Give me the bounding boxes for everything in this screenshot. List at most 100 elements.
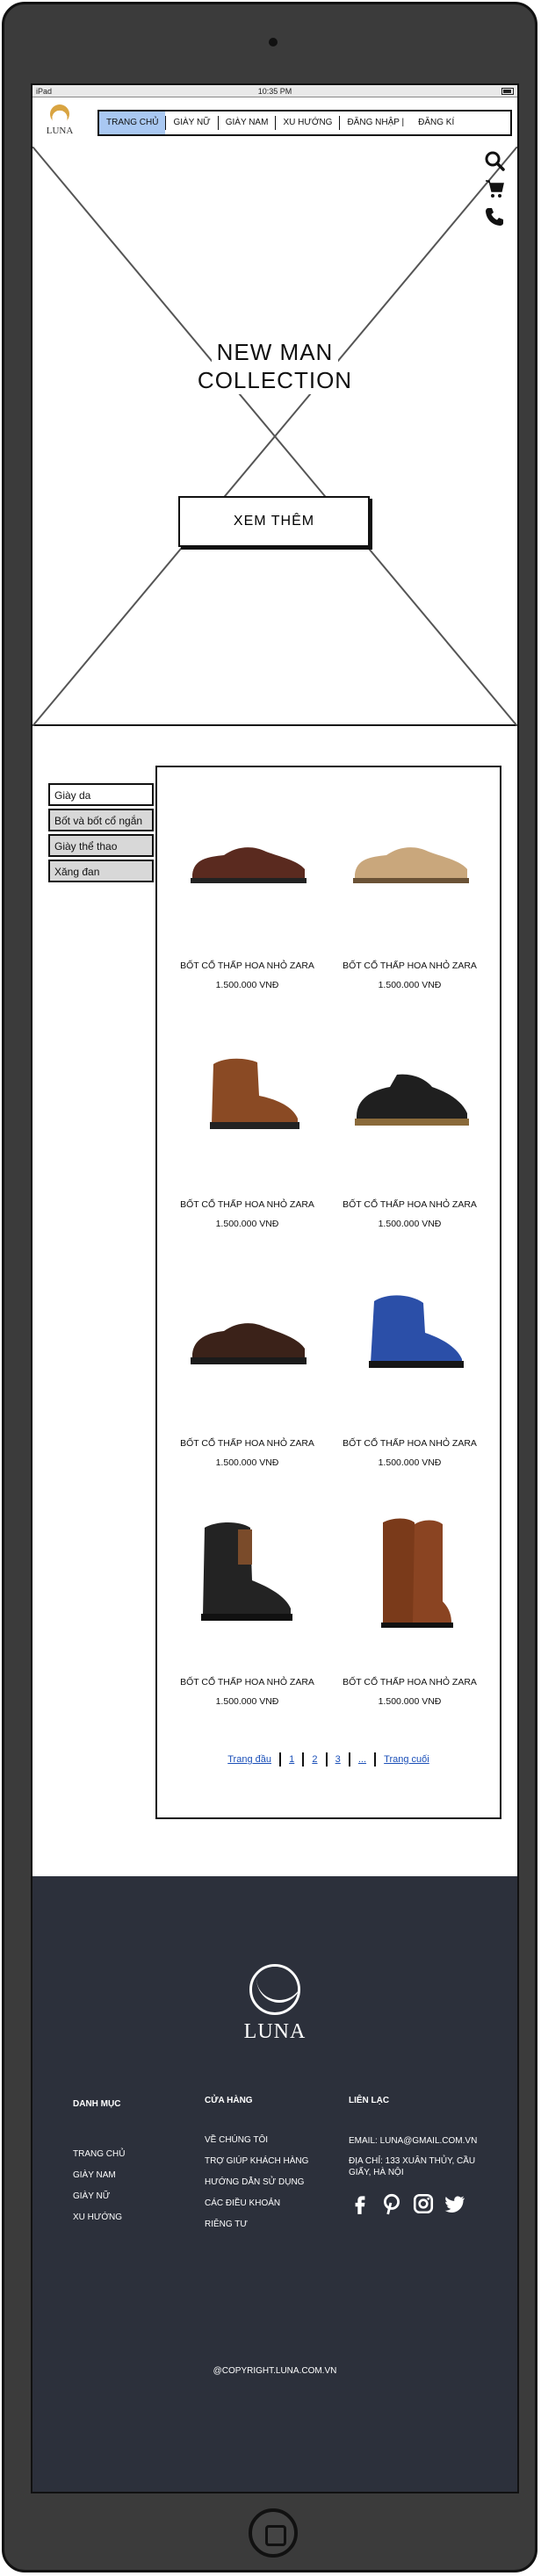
twitter-icon[interactable]: [444, 2192, 466, 2215]
category-boots[interactable]: Bốt và bốt cổ ngắn: [48, 809, 154, 831]
nav-register[interactable]: ĐĂNG KÍ: [411, 112, 461, 134]
pagination-page-2[interactable]: 2: [312, 1754, 317, 1765]
header-actions: [484, 150, 505, 234]
footer-store: CỬA HÀNG VỀ CHÚNG TÔI TRỢ GIÚP KHÁCH HÀN…: [205, 2096, 308, 2241]
shoe-sole: [368, 1361, 464, 1368]
product-card[interactable]: BỐT CỔ THẤP HOA NHỎ ZARA 1.500.000 VNĐ: [166, 1033, 328, 1271]
shoe-strap: [237, 1529, 252, 1565]
product-price: 1.500.000 VNĐ: [378, 1219, 442, 1229]
pagination-divider: [348, 1752, 350, 1767]
product-name: BỐT CỔ THẤP HOA NHỎ ZARA: [343, 1677, 477, 1687]
shoe-sole: [354, 1119, 469, 1126]
product-image: [352, 847, 469, 883]
product-image: [368, 1295, 464, 1368]
footer-link-terms[interactable]: CÁC ĐIỀU KHOẢN: [205, 2198, 308, 2208]
search-icon[interactable]: [484, 150, 505, 171]
site-logo[interactable]: LUNA: [45, 104, 75, 140]
shoe-sole: [190, 878, 307, 883]
footer-store-title: CỬA HÀNG: [205, 2096, 253, 2105]
copyright: @COPYRIGHT.LUNA.COM.VN: [213, 2366, 337, 2376]
cart-icon[interactable]: [484, 178, 505, 199]
nav-women-shoes[interactable]: GIÀY NỮ: [166, 112, 217, 134]
pagination-first[interactable]: Trang đầu: [227, 1754, 271, 1765]
footer-link-home[interactable]: TRANG CHỦ: [73, 2149, 125, 2159]
product-card[interactable]: BỐT CỔ THẤP HOA NHỎ ZARA 1.500.000 VNĐ: [328, 1033, 491, 1271]
product-card[interactable]: BỐT CỔ THẤP HOA NHỎ ZARA 1.500.000 VNĐ: [328, 1271, 491, 1510]
footer-link-women[interactable]: GIÀY NỮ: [73, 2191, 125, 2201]
product-card[interactable]: BỐT CỔ THẤP HOA NHỎ ZARA 1.500.000 VNĐ: [166, 1271, 328, 1510]
footer-link-support[interactable]: TRỢ GIÚP KHÁCH HÀNG: [205, 2156, 308, 2166]
shoe-sole: [190, 1357, 307, 1364]
moon-logo-icon: [50, 104, 69, 124]
product-card[interactable]: BỐT CỔ THẤP HOA NHỎ ZARA 1.500.000 VNĐ: [166, 1510, 328, 1749]
product-image: [190, 1323, 307, 1364]
product-price: 1.500.000 VNĐ: [215, 1696, 279, 1707]
product-price: 1.500.000 VNĐ: [215, 980, 279, 990]
product-grid: BỐT CỔ THẤP HOA NHỎ ZARA 1.500.000 VNĐ B…: [166, 794, 491, 1749]
shoe-shape: [370, 1295, 462, 1363]
tablet-frame: iPad 10:35 PM LUNA TRANG CHỦ GIÀY NỮ GIÀ…: [2, 2, 537, 2572]
product-price: 1.500.000 VNĐ: [378, 1457, 442, 1468]
screen: iPad 10:35 PM LUNA TRANG CHỦ GIÀY NỮ GIÀ…: [31, 83, 519, 2493]
nav-men-shoes[interactable]: GIÀY NAM: [219, 112, 276, 134]
pinterest-icon[interactable]: [380, 2192, 403, 2215]
product-price: 1.500.000 VNĐ: [215, 1219, 279, 1229]
pagination-divider: [302, 1752, 305, 1767]
pagination-divider: [279, 1752, 282, 1767]
product-image: [190, 847, 307, 883]
nav-trends[interactable]: XU HƯỚNG: [276, 112, 339, 134]
footer-categories: DANH MỤC TRANG CHỦ GIÀY NAM GIÀY NỮ XU H…: [73, 2099, 125, 2234]
shoe-shape: [354, 847, 467, 880]
site-footer: LUNA DANH MỤC TRANG CHỦ GIÀY NAM GIÀY NỮ…: [32, 1876, 517, 2492]
product-name: BỐT CỔ THẤP HOA NHỎ ZARA: [180, 1677, 314, 1687]
pagination: Trang đầu 1 2 3 ... Trang cuối: [157, 1752, 500, 1767]
category-sneakers[interactable]: Giày thể thao: [48, 834, 154, 857]
see-more-button[interactable]: XEM THÊM: [178, 496, 370, 547]
facebook-icon[interactable]: [349, 2192, 371, 2215]
pagination-page-1[interactable]: 1: [289, 1754, 294, 1765]
product-image: [380, 1518, 453, 1628]
product-card[interactable]: BỐT CỔ THẤP HOA NHỎ ZARA 1.500.000 VNĐ: [328, 1510, 491, 1749]
product-card[interactable]: BỐT CỔ THẤP HOA NHỎ ZARA 1.500.000 VNĐ: [166, 794, 328, 1033]
product-card[interactable]: BỐT CỔ THẤP HOA NHỎ ZARA 1.500.000 VNĐ: [328, 794, 491, 1033]
pagination-ellipsis[interactable]: ...: [358, 1754, 366, 1765]
pagination-page-3[interactable]: 3: [335, 1754, 341, 1765]
category-leather-shoes[interactable]: Giày da: [48, 783, 154, 806]
shoe-sole: [352, 878, 469, 883]
product-name: BỐT CỔ THẤP HOA NHỎ ZARA: [180, 961, 314, 971]
footer-logo[interactable]: LUNA: [32, 1964, 517, 2044]
shoe-sole: [209, 1122, 299, 1129]
status-bar: iPad 10:35 PM: [32, 85, 517, 97]
footer-brand: LUNA: [243, 2020, 307, 2043]
hero-title: NEW MAN COLLECTION: [32, 338, 517, 394]
footer-link-privacy[interactable]: RIÊNG TƯ: [205, 2220, 308, 2229]
product-name: BỐT CỔ THẤP HOA NHỎ ZARA: [343, 961, 477, 971]
footer-link-guide[interactable]: HƯỚNG DẪN SỬ DỤNG: [205, 2177, 308, 2187]
shoe-shape: [191, 847, 305, 880]
nav-login-label: ĐĂNG NHẬP: [347, 118, 400, 127]
footer-contact-title: LIÊN LẠC: [349, 2096, 390, 2105]
phone-icon[interactable]: [484, 206, 505, 227]
footer-link-about[interactable]: VỀ CHÚNG TÔI: [205, 2135, 308, 2145]
shoe-shape: [356, 1074, 467, 1120]
nav-login[interactable]: ĐĂNG NHẬP |: [340, 112, 411, 134]
footer-categories-title: DANH MỤC: [73, 2099, 121, 2109]
pagination-last[interactable]: Trang cuối: [384, 1754, 429, 1765]
category-list: Giày da Bốt và bốt cổ ngắn Giày thể thao…: [48, 783, 154, 885]
home-button[interactable]: [249, 2508, 298, 2558]
pagination-divider: [374, 1752, 377, 1767]
hero-title-line1: NEW MAN: [211, 338, 339, 366]
footer-contact: LIÊN LẠC EMAIL: LUNA@GMAIL.COM.VN ĐỊA CH…: [349, 2096, 489, 2215]
hero-banner: NEW MAN COLLECTION XEM THÊM: [32, 147, 517, 726]
nav-home[interactable]: TRANG CHỦ: [99, 112, 166, 134]
footer-link-men[interactable]: GIÀY NAM: [73, 2170, 125, 2180]
category-sandals[interactable]: Xăng đan: [48, 860, 154, 882]
shoe-sole: [380, 1623, 453, 1628]
product-name: BỐT CỔ THẤP HOA NHỎ ZARA: [343, 1438, 477, 1449]
main-nav: TRANG CHỦ GIÀY NỮ GIÀY NAM XU HƯỚNG ĐĂNG…: [97, 110, 512, 136]
footer-link-trends[interactable]: XU HƯỚNG: [73, 2213, 125, 2222]
nav-login-divider: |: [401, 118, 405, 127]
product-image: [209, 1058, 299, 1129]
instagram-icon[interactable]: [412, 2192, 435, 2215]
footer-email: EMAIL: LUNA@GMAIL.COM.VN: [349, 2136, 478, 2146]
